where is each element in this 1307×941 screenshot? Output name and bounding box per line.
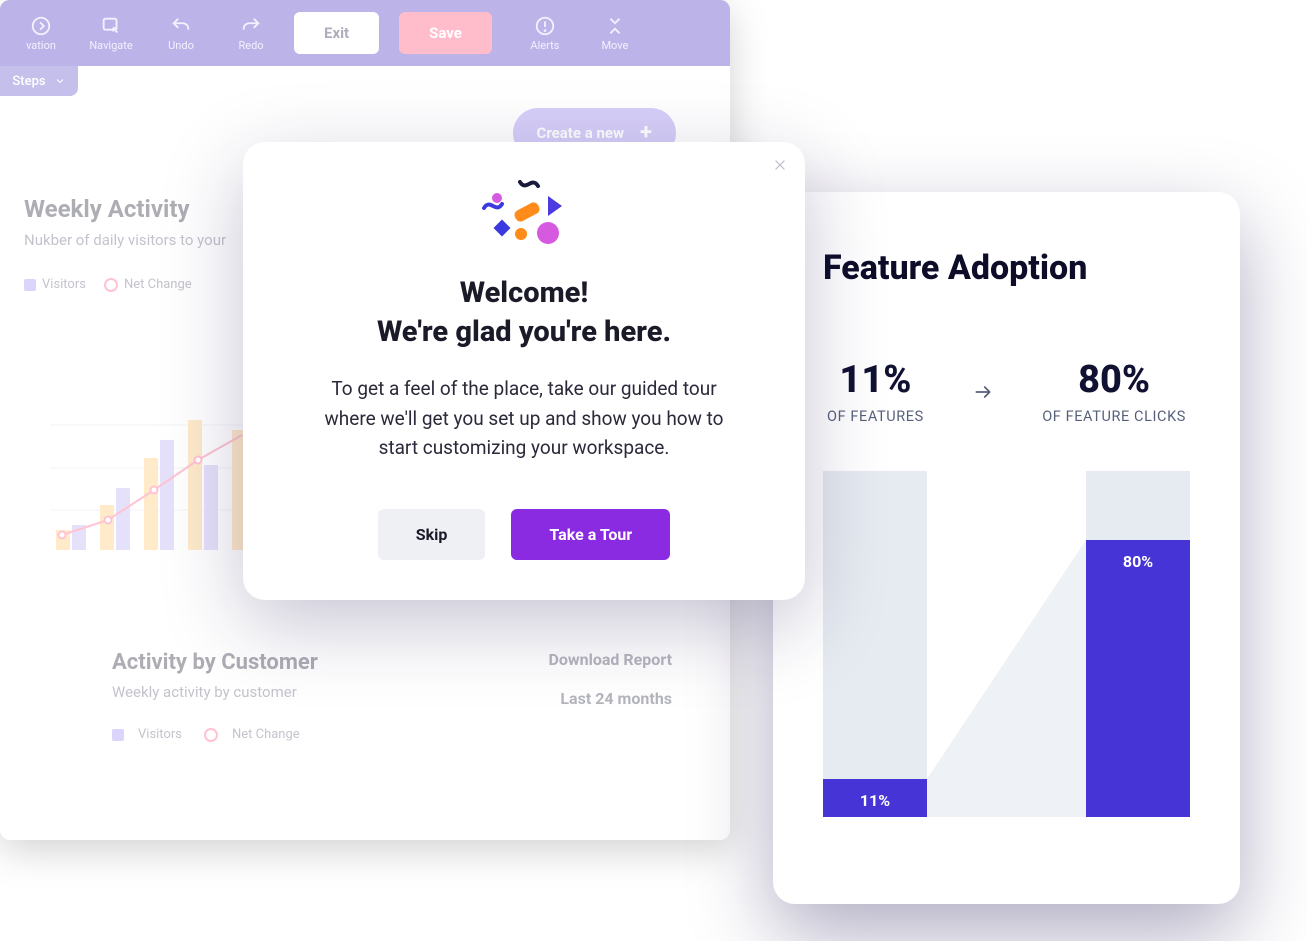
download-report-link[interactable]: Download Report (548, 650, 672, 669)
take-tour-button[interactable]: Take a Tour (511, 509, 670, 560)
toolbar-item-alerts[interactable]: Alerts (510, 15, 580, 52)
toolbar-item-move[interactable]: Move (580, 15, 650, 52)
weekly-legend: Visitors Net Change (24, 277, 226, 292)
swatch-icon (112, 729, 124, 741)
toolbar-label: Move (601, 39, 628, 52)
undo-icon (170, 15, 192, 37)
bar-left-fill: 11% (823, 779, 927, 817)
stat-left-value: 11% (827, 358, 924, 402)
customer-subtitle: Weekly activity by customer (112, 683, 318, 701)
ring-icon (204, 728, 218, 742)
skip-button[interactable]: Skip (378, 509, 486, 560)
welcome-modal: Welcome! We're glad you're here. To get … (243, 142, 805, 600)
stat-left-label: OF FEATURES (827, 408, 924, 425)
ring-icon (104, 278, 118, 292)
legend-item-visitors: Visitors (24, 277, 86, 292)
weekly-activity-subtitle: Nukber of daily visitors to your (24, 231, 226, 249)
stat-right-value: 80% (1042, 358, 1186, 402)
save-button[interactable]: Save (399, 12, 492, 54)
tour-label: Take a Tour (549, 525, 632, 544)
modal-title-line2: We're glad you're here. (377, 315, 671, 349)
modal-body: To get a feel of the place, take our gui… (309, 374, 739, 462)
arrow-right-icon (973, 382, 993, 402)
bar-right-label: 80% (1123, 552, 1153, 571)
toolbar-label: Alerts (530, 39, 559, 52)
bar-right: 80% (1086, 471, 1190, 817)
toolbar-item-undo[interactable]: Undo (146, 15, 216, 52)
customer-legend: Visitors Net Change (112, 727, 318, 742)
move-icon (604, 15, 626, 37)
legend-b-label: Net Change (124, 277, 192, 292)
exit-button[interactable]: Exit (294, 12, 379, 54)
bar-left: 11% (823, 471, 927, 817)
toolbar: vation Navigate Undo Redo Exit Save Aler… (0, 0, 730, 66)
chevron-down-icon (54, 75, 66, 87)
modal-headline: Welcome! We're glad you're here. (283, 274, 765, 352)
customer-activity-section: Activity by Customer Weekly activity by … (112, 650, 672, 742)
close-button[interactable] (773, 156, 787, 177)
weekly-mini-chart (50, 380, 270, 550)
alert-circle-icon (534, 15, 556, 37)
feature-title: Feature Adoption (823, 248, 1190, 288)
bar-right-fill: 80% (1086, 540, 1190, 817)
legend-b-label: Net Change (232, 727, 300, 742)
toolbar-label: Navigate (89, 39, 132, 52)
skip-label: Skip (416, 525, 448, 544)
confetti-icon (474, 178, 574, 254)
toolbar-label: Redo (238, 39, 263, 52)
modal-title-line1: Welcome! (460, 276, 589, 310)
exit-label: Exit (324, 24, 349, 42)
plus-icon: + (640, 122, 652, 144)
feature-adoption-chart: 11% 80% (823, 471, 1190, 817)
arrow-right-circle-icon (30, 15, 52, 37)
range-select[interactable]: Last 24 months (548, 689, 672, 708)
cursor-square-icon (100, 15, 122, 37)
toolbar-label: vation (26, 39, 56, 52)
toolbar-label: Undo (168, 39, 194, 52)
legend-a-label: Visitors (42, 277, 86, 292)
feature-adoption-card: Feature Adoption 11% OF FEATURES 80% OF … (773, 192, 1240, 904)
save-label: Save (429, 24, 462, 42)
stat-left: 11% OF FEATURES (827, 358, 924, 425)
weekly-activity-title: Weekly Activity (24, 195, 226, 223)
legend-a-label: Visitors (138, 727, 182, 742)
feature-stats-row: 11% OF FEATURES 80% OF FEATURE CLICKS (823, 358, 1190, 425)
toolbar-item-activation[interactable]: vation (6, 15, 76, 52)
customer-title: Activity by Customer (112, 650, 318, 675)
bar-left-label: 11% (860, 791, 890, 810)
stat-right: 80% OF FEATURE CLICKS (1042, 358, 1186, 425)
steps-label: Steps (12, 74, 45, 89)
close-icon (773, 158, 787, 172)
toolbar-item-redo[interactable]: Redo (216, 15, 286, 52)
redo-icon (240, 15, 262, 37)
stat-right-label: OF FEATURE CLICKS (1042, 408, 1186, 425)
weekly-activity-section: Weekly Activity Nukber of daily visitors… (24, 195, 226, 292)
steps-tab[interactable]: Steps (0, 66, 78, 96)
toolbar-item-navigate[interactable]: Navigate (76, 15, 146, 52)
swatch-icon (24, 279, 36, 291)
create-new-label: Create a new (537, 124, 624, 142)
legend-item-netchange: Net Change (104, 277, 192, 292)
